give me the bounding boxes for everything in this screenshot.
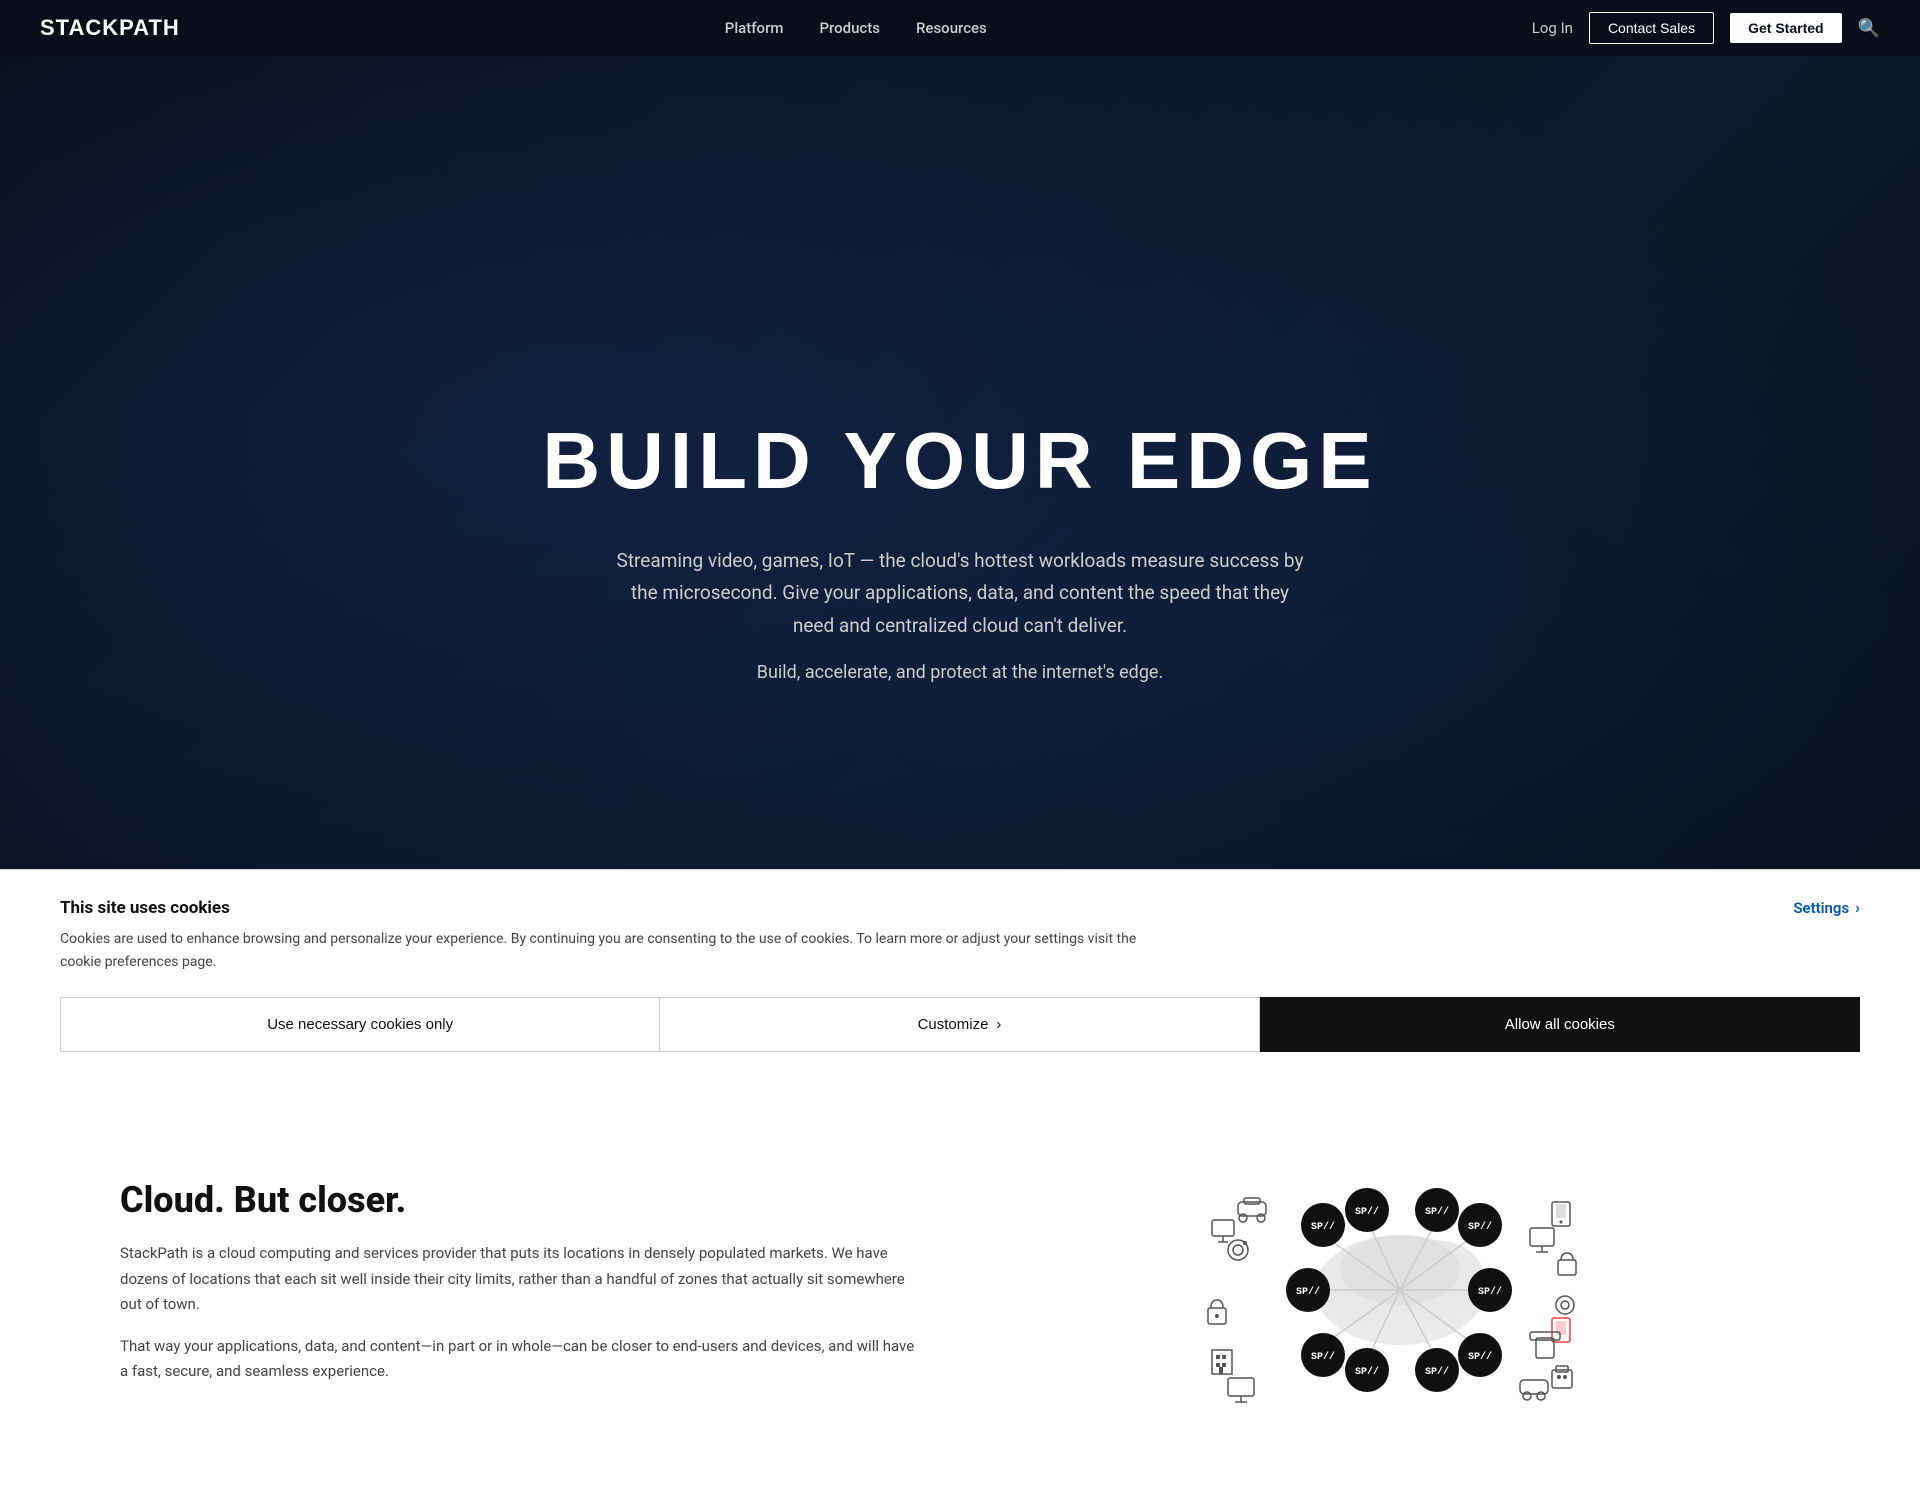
hero-title: BUILD YOUR EDGE xyxy=(542,417,1377,505)
allow-all-cookies-button[interactable]: Allow all cookies xyxy=(1260,997,1860,1052)
cloud-heading: Cloud. But closer. xyxy=(120,1179,920,1221)
svg-text:SP//: SP// xyxy=(1425,1206,1449,1218)
nav-resources[interactable]: Resources xyxy=(916,19,987,37)
customize-cookies-button[interactable]: Customize › xyxy=(660,997,1259,1052)
svg-text:SP//: SP// xyxy=(1355,1366,1379,1378)
svg-text:SP//: SP// xyxy=(1355,1206,1379,1218)
nav-products[interactable]: Products xyxy=(819,19,880,37)
network-svg: SP// SP// SP// SP// SP// SP// SP// SP// … xyxy=(1190,1160,1610,1420)
svg-text:SP//: SP// xyxy=(1468,1221,1492,1233)
search-icon[interactable]: 🔍 xyxy=(1858,18,1880,39)
navbar: STACKPATH Platform Products Resources Lo… xyxy=(0,0,1920,56)
nav-right: Log In Contact Sales Get Started 🔍 xyxy=(1532,12,1880,44)
cookie-top: This site uses cookies Cookies are used … xyxy=(60,898,1860,973)
network-diagram: SP// SP// SP// SP// SP// SP// SP// SP// … xyxy=(1000,1160,1800,1420)
svg-text:SP//: SP// xyxy=(1311,1351,1335,1363)
svg-text:SP//: SP// xyxy=(1311,1221,1335,1233)
hero-sub2: Build, accelerate, and protect at the in… xyxy=(757,662,1163,683)
svg-text:SP//: SP// xyxy=(1425,1366,1449,1378)
chevron-right-icon: › xyxy=(1855,898,1860,917)
cloud-para2: That way your applications, data, and co… xyxy=(120,1334,920,1385)
cookie-buttons: Use necessary cookies only Customize › A… xyxy=(60,997,1860,1052)
contact-sales-button[interactable]: Contact Sales xyxy=(1589,12,1714,44)
necessary-cookies-button[interactable]: Use necessary cookies only xyxy=(60,997,660,1052)
cookie-settings-link[interactable]: Settings › xyxy=(1793,898,1860,917)
get-started-button[interactable]: Get Started xyxy=(1730,13,1841,43)
hero-subtitle: Streaming video, games, IoT — the cloud'… xyxy=(610,545,1310,642)
customize-arrow-icon: › xyxy=(996,1016,1001,1033)
cloud-text: Cloud. But closer. StackPath is a cloud … xyxy=(120,1179,920,1401)
login-link[interactable]: Log In xyxy=(1532,19,1573,37)
logo[interactable]: STACKPATH xyxy=(40,15,180,41)
cookie-description: Cookies are used to enhance browsing and… xyxy=(60,928,1160,973)
svg-text:SP//: SP// xyxy=(1478,1286,1502,1298)
cookie-banner: This site uses cookies Cookies are used … xyxy=(0,869,1920,1080)
cookie-title: This site uses cookies xyxy=(60,898,1160,918)
nav-links: Platform Products Resources xyxy=(725,19,987,37)
cloud-section: Cloud. But closer. StackPath is a cloud … xyxy=(0,1080,1920,1500)
cloud-para1: StackPath is a cloud computing and servi… xyxy=(120,1241,920,1318)
svg-text:SP//: SP// xyxy=(1468,1351,1492,1363)
svg-text:SP//: SP// xyxy=(1296,1286,1320,1298)
cookie-text-block: This site uses cookies Cookies are used … xyxy=(60,898,1160,973)
nav-platform[interactable]: Platform xyxy=(725,19,784,37)
